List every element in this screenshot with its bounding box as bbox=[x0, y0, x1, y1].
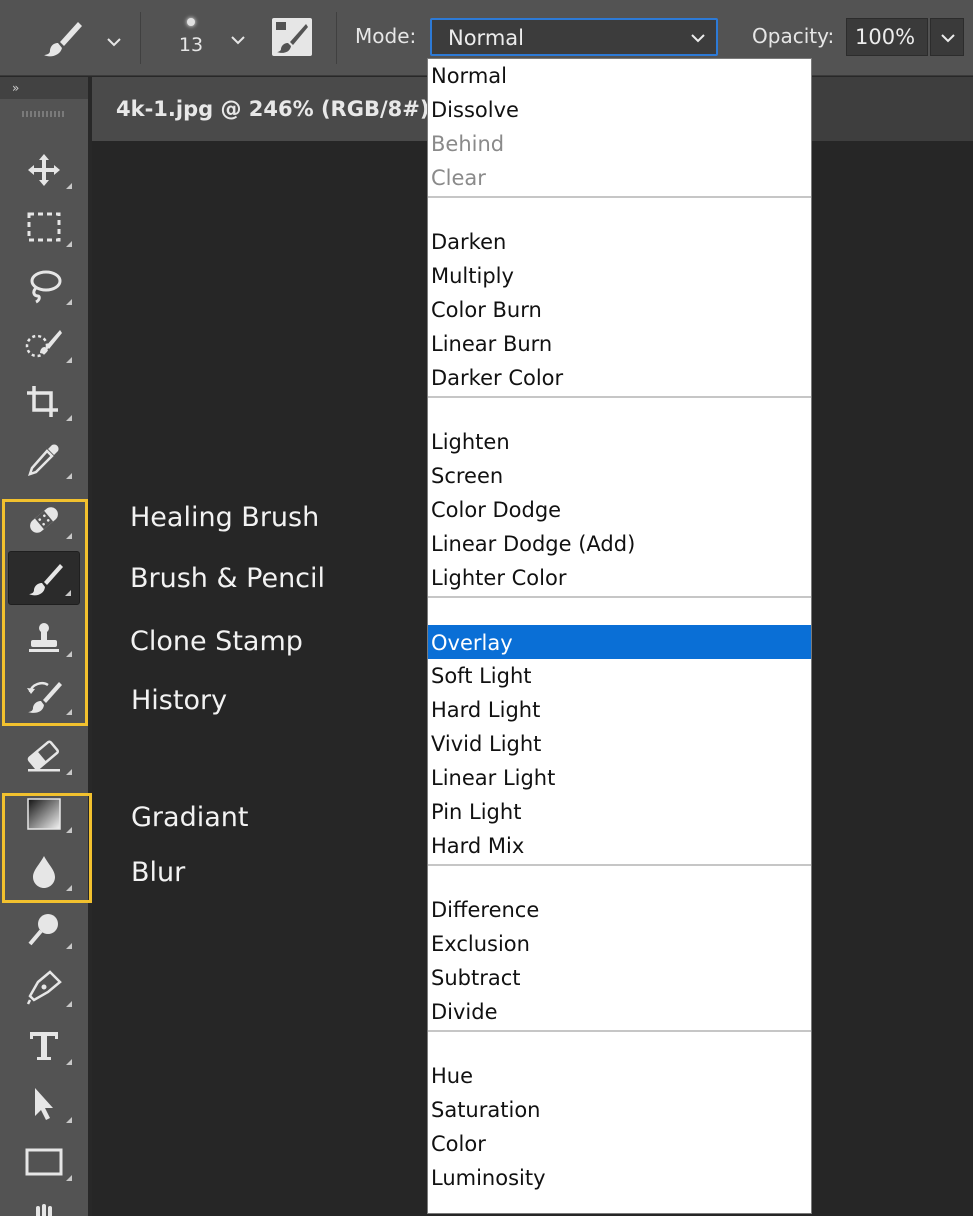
path-selection-tool[interactable] bbox=[8, 1077, 80, 1131]
eyedropper-icon bbox=[28, 444, 59, 476]
hand-icon bbox=[36, 1204, 52, 1216]
blend-mode-divide[interactable]: Divide bbox=[428, 997, 811, 1027]
brush-size-preview[interactable]: 13 bbox=[168, 12, 214, 68]
annotation-healing-brush: Healing Brush bbox=[130, 502, 320, 533]
eyedropper-tool[interactable] bbox=[8, 433, 80, 487]
rectangle-icon bbox=[25, 1148, 63, 1176]
dodge-tool[interactable] bbox=[8, 903, 80, 957]
blend-mode-exclusion[interactable]: Exclusion bbox=[428, 929, 811, 959]
annotation-history: History bbox=[131, 685, 228, 716]
blend-mode-pin-light[interactable]: Pin Light bbox=[428, 797, 811, 827]
pen-tool[interactable] bbox=[8, 961, 80, 1015]
brush-tip-icon bbox=[187, 18, 195, 26]
quick-selection-tool[interactable] bbox=[8, 317, 80, 371]
blend-mode-linear-dodge-add[interactable]: Linear Dodge (Add) bbox=[428, 529, 811, 559]
menu-separator bbox=[428, 396, 811, 398]
blend-mode-saturation[interactable]: Saturation bbox=[428, 1095, 811, 1125]
blend-mode-color-dodge[interactable]: Color Dodge bbox=[428, 495, 811, 525]
menu-separator bbox=[428, 1030, 811, 1032]
move-tool[interactable] bbox=[8, 143, 80, 197]
separator bbox=[336, 12, 337, 64]
crop-tool[interactable] bbox=[8, 375, 80, 429]
mode-select[interactable]: Normal bbox=[430, 18, 718, 56]
lasso-icon bbox=[30, 270, 62, 304]
eraser-tool[interactable] bbox=[8, 729, 80, 783]
blend-mode-color[interactable]: Color bbox=[428, 1129, 811, 1159]
blend-mode-dropdown-list: Normal Dissolve Behind Clear Darken Multiply C… bbox=[427, 58, 812, 1214]
blend-mode-subtract[interactable]: Subtract bbox=[428, 963, 811, 993]
annotation-gradient: Gradiant bbox=[131, 802, 249, 833]
brush-panel-icon bbox=[276, 22, 308, 53]
brush-size-chevron-icon[interactable] bbox=[228, 30, 248, 50]
highlight-box-gradient-group bbox=[2, 793, 92, 903]
blend-mode-darken[interactable]: Darken bbox=[428, 227, 811, 257]
dodge-icon bbox=[28, 914, 58, 946]
blend-mode-screen[interactable]: Screen bbox=[428, 461, 811, 491]
blend-mode-hard-light[interactable]: Hard Light bbox=[428, 695, 811, 725]
opacity-value: 100% bbox=[855, 25, 916, 49]
type-tool[interactable] bbox=[8, 1019, 80, 1073]
chevron-down-icon bbox=[691, 34, 705, 43]
collapse-panel-button[interactable]: » bbox=[0, 77, 88, 99]
blend-mode-hue[interactable]: Hue bbox=[428, 1061, 811, 1091]
blend-mode-linear-burn[interactable]: Linear Burn bbox=[428, 329, 811, 359]
separator bbox=[140, 12, 141, 64]
rectangle-tool[interactable] bbox=[8, 1135, 80, 1189]
opacity-label: Opacity: bbox=[752, 24, 835, 48]
blend-mode-vivid-light[interactable]: Vivid Light bbox=[428, 729, 811, 759]
mode-select-value: Normal bbox=[448, 26, 524, 50]
document-tab[interactable]: 4k-1.jpg @ 246% (RGB/8#) bbox=[92, 77, 432, 141]
chevron-down-icon bbox=[941, 34, 955, 43]
menu-separator bbox=[428, 864, 811, 866]
eraser-icon bbox=[27, 740, 60, 772]
annotation-clone-stamp: Clone Stamp bbox=[130, 626, 303, 657]
opacity-dropdown-button[interactable] bbox=[930, 18, 964, 56]
menu-separator bbox=[428, 596, 811, 598]
menu-separator bbox=[428, 196, 811, 198]
marquee-tool[interactable] bbox=[8, 201, 80, 255]
blend-mode-hard-mix[interactable]: Hard Mix bbox=[428, 831, 811, 861]
highlight-box-brush-group bbox=[2, 499, 88, 726]
annotation-blur: Blur bbox=[131, 857, 186, 888]
blend-mode-normal[interactable]: Normal bbox=[428, 61, 811, 91]
blend-mode-darker-color[interactable]: Darker Color bbox=[428, 363, 811, 393]
quick-selection-icon bbox=[25, 330, 62, 358]
blend-mode-luminosity[interactable]: Luminosity bbox=[428, 1163, 811, 1193]
rect-marquee-icon bbox=[27, 212, 61, 242]
document-tab-title: 4k-1.jpg @ 246% (RGB/8#) bbox=[116, 97, 430, 121]
opacity-input[interactable]: 100% bbox=[846, 18, 928, 56]
arrow-icon bbox=[35, 1088, 53, 1120]
blend-mode-multiply[interactable]: Multiply bbox=[428, 261, 811, 291]
blend-mode-difference[interactable]: Difference bbox=[428, 895, 811, 925]
pen-icon bbox=[26, 970, 62, 1005]
brush-preset-chevron-icon[interactable] bbox=[104, 32, 124, 52]
blend-mode-overlay[interactable]: Overlay bbox=[428, 625, 811, 659]
type-icon bbox=[30, 1032, 58, 1060]
hand-tool[interactable] bbox=[8, 1193, 80, 1216]
annotation-brush-pencil: Brush & Pencil bbox=[130, 563, 326, 594]
crop-icon bbox=[27, 386, 58, 417]
brush-settings-panel-button[interactable] bbox=[272, 18, 312, 56]
blend-mode-clear: Clear bbox=[431, 166, 486, 190]
blend-mode-lighten[interactable]: Lighten bbox=[428, 427, 811, 457]
blend-mode-color-burn[interactable]: Color Burn bbox=[428, 295, 811, 325]
move-icon bbox=[28, 154, 60, 186]
blend-mode-lighter-color[interactable]: Lighter Color bbox=[428, 563, 811, 593]
blend-mode-dissolve[interactable]: Dissolve bbox=[428, 95, 811, 125]
brush-preset-icon[interactable] bbox=[40, 18, 84, 58]
mode-label: Mode: bbox=[355, 24, 417, 48]
brush-size-value: 13 bbox=[178, 34, 204, 56]
lasso-tool[interactable] bbox=[8, 259, 80, 313]
blend-mode-linear-light[interactable]: Linear Light bbox=[428, 763, 811, 793]
blend-mode-soft-light[interactable]: Soft Light bbox=[428, 661, 811, 691]
panel-grip[interactable] bbox=[22, 111, 66, 117]
blend-mode-behind: Behind bbox=[431, 132, 505, 156]
